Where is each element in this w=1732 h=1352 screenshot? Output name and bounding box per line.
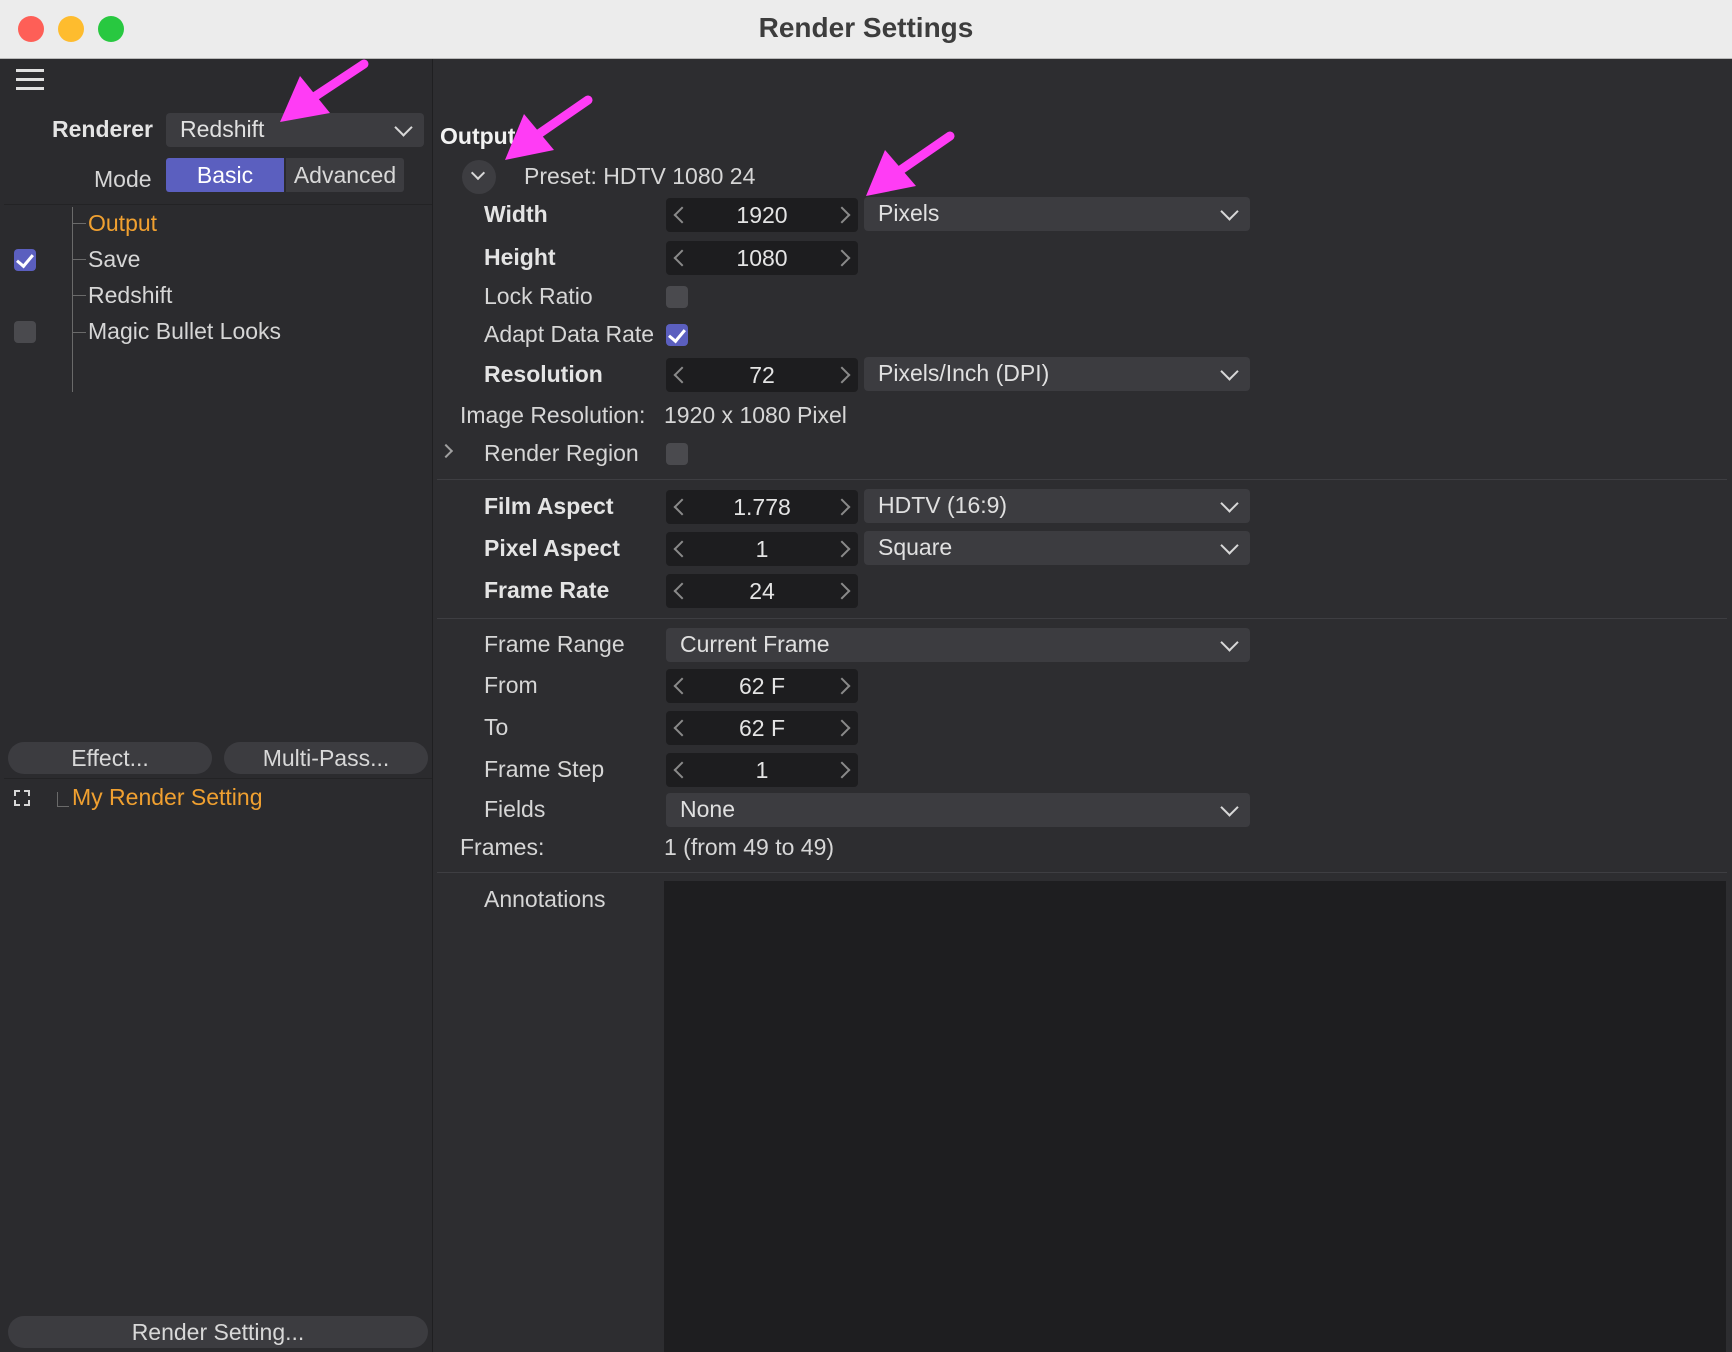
annotation-arrow-output bbox=[505, 95, 593, 160]
annotation-arrow-renderer bbox=[280, 59, 369, 122]
annotation-arrow-pixels bbox=[866, 131, 955, 196]
annotation-arrows-overlay bbox=[280, 59, 955, 196]
